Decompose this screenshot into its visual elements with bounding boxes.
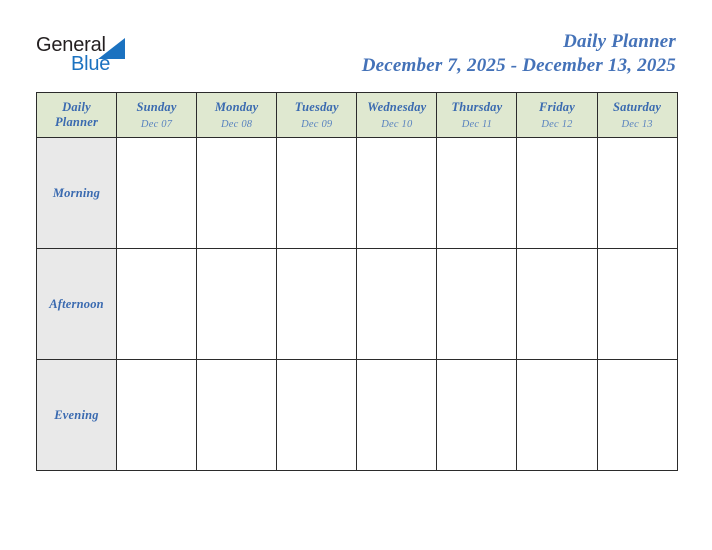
planner-cell-afternoon-thursday[interactable] xyxy=(436,248,518,360)
row-label-morning: Morning xyxy=(36,137,117,249)
planner-cell-evening-saturday[interactable] xyxy=(596,359,678,471)
row-label-text-morning: Morning xyxy=(52,186,101,200)
day-name-thursday: Thursday xyxy=(451,99,503,114)
planner-cell-afternoon-sunday[interactable] xyxy=(115,248,198,360)
day-date-sunday: Dec 07 xyxy=(140,118,173,130)
column-header-friday: Friday Dec 12 xyxy=(516,92,598,138)
page-title: Daily Planner xyxy=(563,31,676,52)
general-blue-logo: General Blue xyxy=(36,34,166,80)
table-header-row: Daily Planner Sunday Dec 07 Monday Dec 0… xyxy=(36,92,678,138)
column-header-saturday: Saturday Dec 13 xyxy=(596,92,678,138)
planner-cell-afternoon-wednesday[interactable] xyxy=(356,248,438,360)
column-header-wednesday: Wednesday Dec 10 xyxy=(356,92,438,138)
corner-label-line1: Daily xyxy=(62,100,91,114)
day-name-wednesday: Wednesday xyxy=(367,99,427,114)
table-row-afternoon: Afternoon xyxy=(36,248,678,360)
row-label-evening: Evening xyxy=(36,359,117,471)
day-date-wednesday: Dec 10 xyxy=(381,118,413,130)
day-name-sunday: Sunday xyxy=(136,99,177,114)
column-header-sunday: Sunday Dec 07 xyxy=(115,92,198,138)
day-name-tuesday: Tuesday xyxy=(294,99,339,114)
day-date-thursday: Dec 11 xyxy=(461,118,493,130)
planner-cell-morning-friday[interactable] xyxy=(516,137,598,249)
planner-cell-evening-sunday[interactable] xyxy=(115,359,198,471)
planner-cell-afternoon-monday[interactable] xyxy=(196,248,278,360)
day-date-friday: Dec 12 xyxy=(541,118,573,130)
planner-cell-morning-thursday[interactable] xyxy=(436,137,518,249)
planner-cell-afternoon-friday[interactable] xyxy=(516,248,598,360)
day-name-friday: Friday xyxy=(539,99,575,114)
row-label-text-afternoon: Afternoon xyxy=(49,297,104,311)
column-header-thursday: Thursday Dec 11 xyxy=(436,92,518,138)
row-label-text-evening: Evening xyxy=(54,408,99,422)
planner-cell-morning-wednesday[interactable] xyxy=(356,137,438,249)
planner-cell-evening-tuesday[interactable] xyxy=(276,359,358,471)
column-header-monday: Monday Dec 08 xyxy=(196,92,278,138)
row-label-afternoon: Afternoon xyxy=(36,248,117,360)
date-range: December 7, 2025 - December 13, 2025 xyxy=(361,55,676,76)
planner-cell-morning-saturday[interactable] xyxy=(596,137,678,249)
planner-cell-morning-monday[interactable] xyxy=(196,137,278,249)
planner-cell-evening-thursday[interactable] xyxy=(436,359,518,471)
table-corner-header: Daily Planner xyxy=(36,92,117,138)
day-name-saturday: Saturday xyxy=(613,99,662,114)
day-date-saturday: Dec 13 xyxy=(621,118,653,130)
table-row-evening: Evening xyxy=(36,359,678,471)
corner-label-line2: Planner xyxy=(54,115,99,129)
table-row-morning: Morning xyxy=(36,137,678,249)
planner-cell-morning-tuesday[interactable] xyxy=(276,137,358,249)
daily-planner-table: Daily Planner Sunday Dec 07 Monday Dec 0… xyxy=(36,92,678,471)
planner-cell-evening-friday[interactable] xyxy=(516,359,598,471)
planner-cell-evening-wednesday[interactable] xyxy=(356,359,438,471)
planner-cell-afternoon-tuesday[interactable] xyxy=(276,248,358,360)
planner-cell-evening-monday[interactable] xyxy=(196,359,278,471)
day-date-monday: Dec 08 xyxy=(221,118,253,130)
title-block: Daily Planner December 7, 2025 - Decembe… xyxy=(362,30,676,77)
planner-cell-morning-sunday[interactable] xyxy=(115,137,198,249)
logo-text-blue: Blue xyxy=(71,53,111,75)
page-header: General Blue Daily Planner December 7, 2… xyxy=(0,0,712,92)
day-date-tuesday: Dec 09 xyxy=(301,118,333,130)
day-name-monday: Monday xyxy=(214,99,259,114)
planner-cell-afternoon-saturday[interactable] xyxy=(596,248,678,360)
column-header-tuesday: Tuesday Dec 09 xyxy=(276,92,358,138)
